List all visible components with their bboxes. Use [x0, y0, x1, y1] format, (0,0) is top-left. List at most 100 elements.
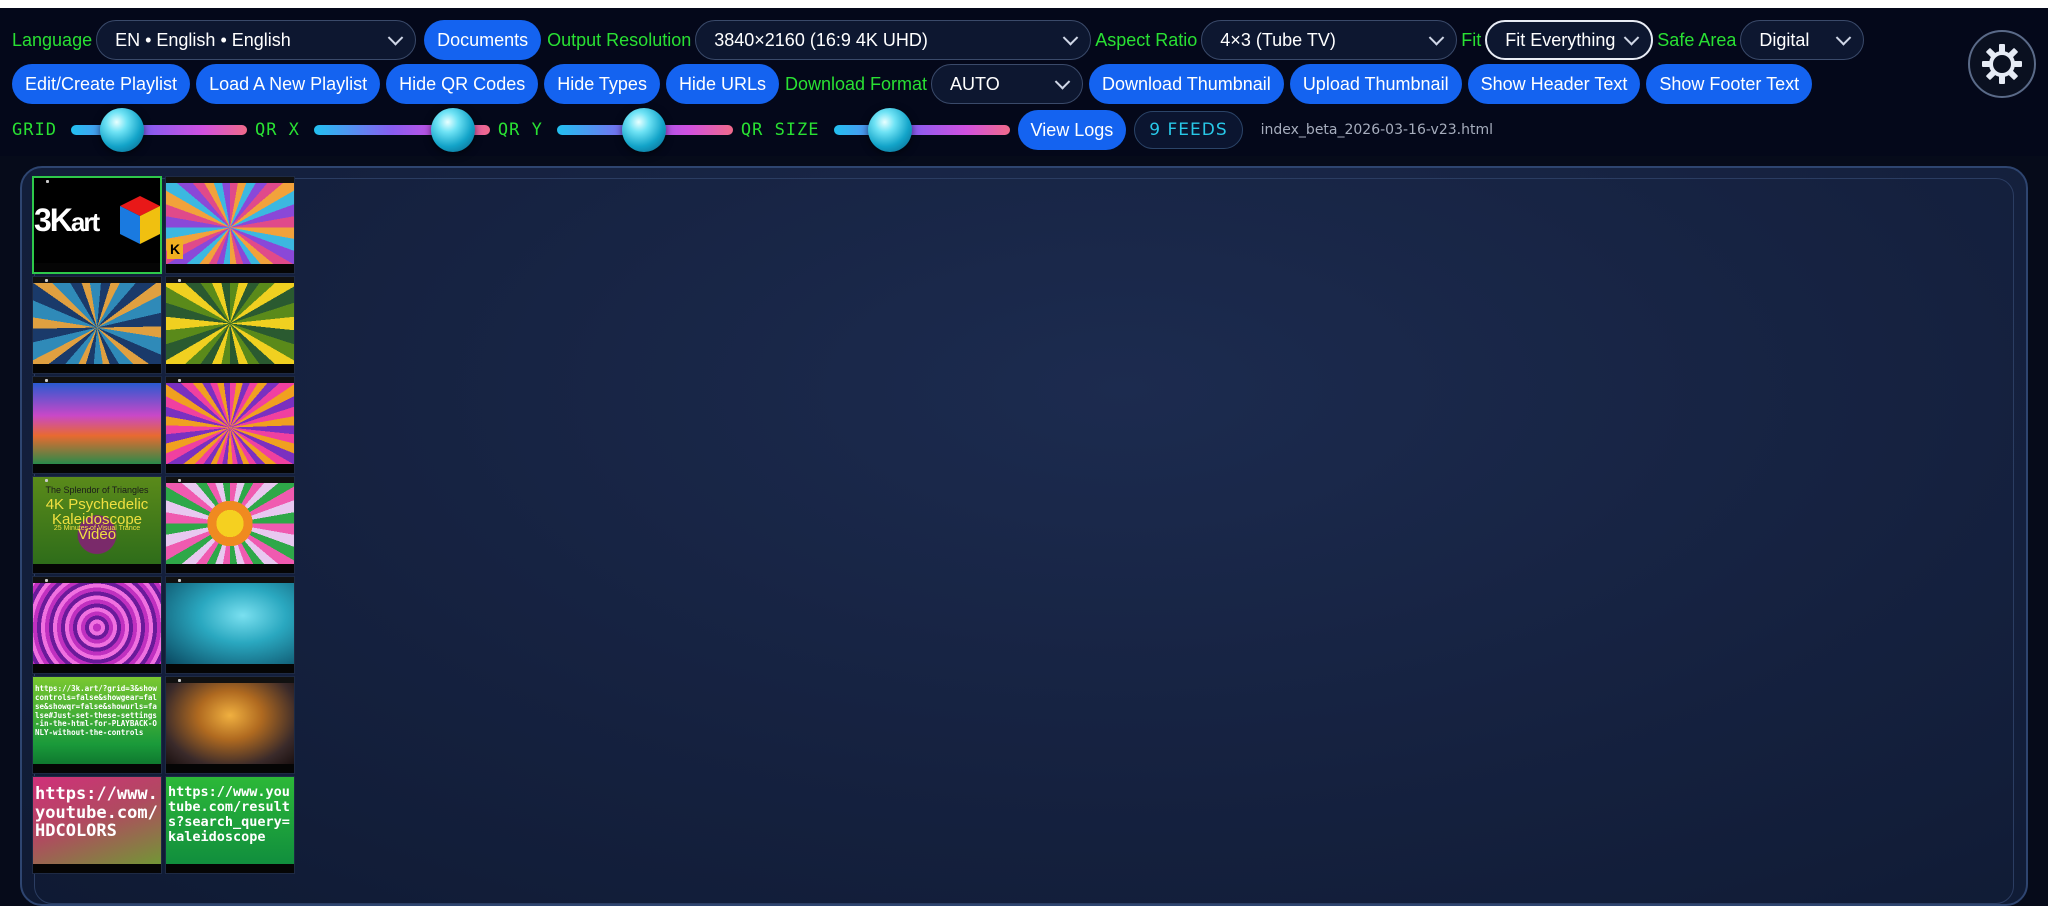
tile-subtitle: 25 Minutes of Visual Trance [53, 525, 141, 532]
slider-handle[interactable] [867, 108, 912, 152]
preview-stage [20, 166, 2028, 906]
language-select[interactable]: EN • English • English [96, 20, 417, 60]
fit-value: Fit Everything [1505, 29, 1616, 50]
output-resolution-select[interactable]: 3840×2160 (16:9 4K UHD) [695, 20, 1092, 60]
hide-types-button[interactable]: Hide Types [544, 64, 660, 104]
qr-marker [45, 579, 48, 582]
slider-handle[interactable] [99, 108, 144, 152]
load-playlist-button[interactable]: Load A New Playlist [196, 64, 381, 104]
thumbnail-tile-splendor[interactable]: The Splendor of Triangles 4K Psychedelic… [32, 476, 162, 574]
qr-marker [45, 379, 48, 382]
chevron-down-icon [1836, 30, 1852, 46]
documents-button[interactable]: Documents [424, 20, 542, 60]
language-label: Language [12, 29, 93, 50]
grid-slider[interactable] [70, 108, 247, 152]
gear-icon [1982, 44, 2022, 84]
aspect-ratio-label: Aspect Ratio [1095, 29, 1198, 50]
thumbnail-image [166, 383, 294, 464]
thumbnail-tile[interactable] [32, 376, 162, 474]
settings-button[interactable] [1968, 30, 2036, 98]
tile-caption [166, 764, 294, 773]
qr-y-slider[interactable] [556, 108, 733, 152]
slider-track [833, 125, 1010, 135]
tile-caption [166, 264, 294, 273]
tile-caption [33, 364, 161, 373]
tile-url-text: https://www.youtube.com/HDCOLORS [35, 785, 158, 842]
qr-marker [46, 180, 49, 183]
qr-y-label: QR Y [497, 120, 543, 140]
qr-marker [178, 479, 181, 482]
grid-label: GRID [12, 120, 57, 140]
thumbnail-tile[interactable] [165, 376, 295, 474]
logo-text: 3Kart [34, 202, 100, 238]
tile-caption [166, 564, 294, 573]
upload-thumbnail-button[interactable]: Upload Thumbnail [1289, 64, 1462, 104]
control-panel: Language EN • English • English Document… [0, 8, 2048, 156]
tile-caption [33, 864, 161, 873]
thumbnail-tile-logo[interactable]: 3Kart [32, 176, 162, 274]
slider-handle[interactable] [431, 108, 476, 152]
toolbar-row-2: Edit/Create Playlist Load A New Playlist… [12, 62, 1818, 106]
qr-marker [178, 279, 181, 282]
thumbnail-tile[interactable] [32, 276, 162, 374]
feeds-badge: 9 FEEDS [1134, 111, 1243, 149]
edit-playlist-button[interactable]: Edit/Create Playlist [12, 64, 191, 104]
thumbnail-tile[interactable] [165, 476, 295, 574]
tile-title: The Splendor of Triangles [45, 485, 149, 495]
toolbar-row-1: Language EN • English • English Document… [12, 18, 1868, 62]
tile-url-text: https://www.youtube.com/results?search_q… [168, 785, 290, 846]
tile-caption [33, 664, 161, 673]
hide-urls-button[interactable]: Hide URLs [665, 64, 779, 104]
download-thumbnail-button[interactable]: Download Thumbnail [1089, 64, 1284, 104]
output-resolution-value: 3840×2160 (16:9 4K UHD) [714, 29, 928, 50]
safe-area-label: Safe Area [1657, 29, 1737, 50]
qr-marker [178, 379, 181, 382]
thumbnail-image [166, 483, 294, 564]
thumbnail-tile[interactable] [32, 576, 162, 674]
qr-x-slider[interactable] [313, 108, 490, 152]
cube-logo-icon [120, 196, 160, 244]
tile-caption [33, 464, 161, 473]
thumbnail-image [166, 183, 294, 264]
fit-select[interactable]: Fit Everything [1485, 20, 1654, 60]
download-format-select[interactable]: AUTO [931, 64, 1084, 104]
k-badge: K [167, 239, 183, 259]
show-header-text-button[interactable]: Show Header Text [1467, 64, 1641, 104]
qr-size-label: QR SIZE [740, 120, 820, 140]
thumbnail-tile-url[interactable]: https://3k.art/?grid=3&showcontrols=fals… [32, 676, 162, 774]
qr-size-slider[interactable] [833, 108, 1010, 152]
tile-headline: 4K Psychedelic Kaleidoscope Video [45, 496, 149, 543]
hide-qr-codes-button[interactable]: Hide QR Codes [386, 64, 539, 104]
thumbnail-image [166, 283, 294, 364]
output-resolution-label: Output Resolution [547, 29, 692, 50]
thumbnail-tile[interactable]: K [165, 176, 295, 274]
chevron-down-icon [387, 30, 404, 46]
view-logs-button[interactable]: View Logs [1017, 110, 1127, 150]
thumbnail-tile[interactable] [165, 276, 295, 374]
tile-caption [34, 263, 160, 272]
qr-marker [178, 579, 181, 582]
qr-marker [45, 479, 48, 482]
tile-caption [166, 364, 294, 373]
slider-handle[interactable] [621, 108, 666, 152]
chevron-down-icon [1054, 74, 1071, 90]
thumbnail-grid: 3Kart K The Splendor of Triangles 4K Psy… [32, 176, 296, 874]
thumbnail-tile[interactable] [165, 676, 295, 774]
qr-marker [178, 679, 181, 682]
show-footer-text-button[interactable]: Show Footer Text [1646, 64, 1813, 104]
safe-area-select[interactable]: Digital [1740, 20, 1865, 60]
aspect-ratio-select[interactable]: 4×3 (Tube TV) [1201, 20, 1458, 60]
thumbnail-image [33, 283, 161, 364]
thumbnail-tile-url[interactable]: https://www.youtube.com/HDCOLORS [32, 776, 162, 874]
download-format-value: AUTO [950, 73, 1000, 94]
qr-marker [45, 279, 48, 282]
slider-track [70, 125, 247, 135]
thumbnail-image [166, 583, 294, 664]
thumbnail-tile[interactable] [165, 576, 295, 674]
chevron-down-icon [1624, 30, 1640, 46]
tile-caption [166, 464, 294, 473]
safe-area-value: Digital [1759, 29, 1810, 50]
chevron-down-icon [1062, 30, 1079, 46]
thumbnail-tile-url[interactable]: https://www.youtube.com/results?search_q… [165, 776, 295, 874]
preview-frame [34, 178, 2014, 904]
